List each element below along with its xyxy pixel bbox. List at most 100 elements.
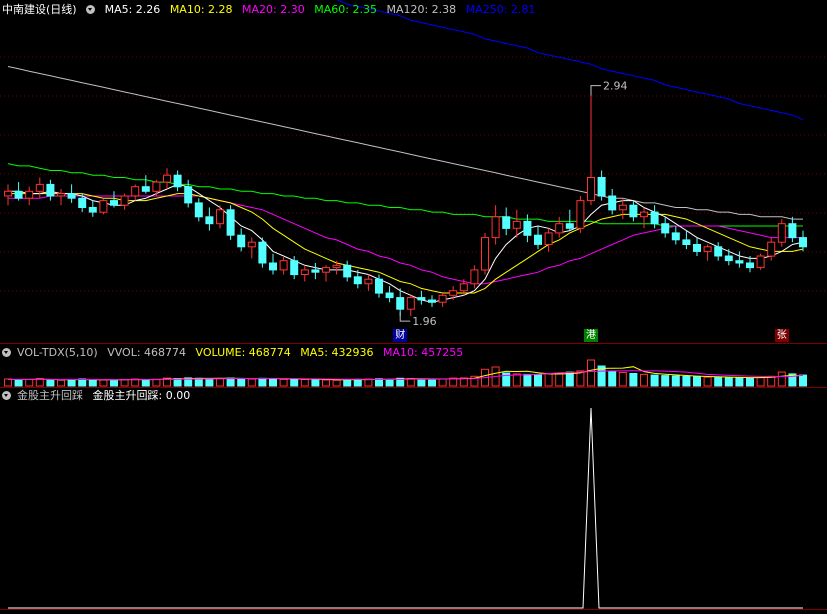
- volume-bar: [4, 378, 12, 387]
- candle-body: [523, 220, 532, 236]
- volume-bar: [247, 378, 256, 387]
- event-marker-hk[interactable]: 港: [584, 329, 598, 342]
- candle-body: [693, 244, 701, 252]
- volume-bar: [279, 378, 288, 387]
- volume-bar: [714, 376, 723, 387]
- candlesticks: [4, 89, 807, 317]
- volume-bar: [512, 373, 521, 387]
- candle-body: [597, 177, 606, 197]
- ma60-label: MA60: 2.35: [314, 3, 377, 16]
- candle-body: [290, 260, 299, 276]
- candle-body: [353, 276, 362, 285]
- indicator-line: [8, 407, 803, 609]
- chart-canvas[interactable]: 2.94 1.96: [0, 0, 827, 614]
- candle-body: [714, 246, 723, 257]
- volume-bar: [237, 378, 246, 387]
- volume-bar: [14, 379, 23, 387]
- event-marker-limit-up[interactable]: 张: [774, 329, 789, 342]
- candle-body: [385, 292, 394, 299]
- volume-bar: [311, 379, 320, 387]
- candle-body: [300, 269, 309, 275]
- volume-bar: [650, 374, 659, 387]
- candle-body: [576, 200, 585, 229]
- high-pointer: [590, 85, 601, 96]
- volume-bar: [724, 377, 733, 387]
- volume-bar: [629, 373, 638, 387]
- candle-body: [502, 216, 511, 229]
- volume-bar: [300, 379, 309, 387]
- candle-body: [481, 237, 489, 271]
- volume-toggle-icon[interactable]: [2, 348, 11, 357]
- volume-bar: [216, 378, 224, 387]
- ma120-label: MA120: 2.38: [386, 3, 457, 16]
- chart-title: 中南建设(日线): [2, 3, 77, 16]
- volume-bar: [290, 378, 299, 387]
- volume-bar: [141, 379, 150, 387]
- ma20-label: MA20: 2.30: [242, 3, 305, 16]
- ma60-line: [7, 163, 803, 227]
- candle-body: [279, 260, 288, 271]
- candle-body: [269, 262, 277, 271]
- candle-body: [35, 183, 44, 192]
- candle-body: [406, 297, 415, 310]
- candle-body: [671, 232, 680, 241]
- indicator-toggle-icon[interactable]: [2, 391, 11, 400]
- candle-body: [57, 193, 65, 197]
- candle-body: [459, 283, 468, 292]
- volume-bar: [258, 377, 267, 387]
- candle-body: [777, 223, 786, 243]
- moving-average-lines: [7, 0, 804, 303]
- candle-body: [194, 202, 203, 218]
- candle-body: [141, 186, 150, 192]
- volume-bar: [385, 379, 394, 387]
- candle-body: [152, 181, 161, 192]
- candle-body: [14, 190, 23, 199]
- candle-body: [756, 255, 765, 269]
- candle-body: [216, 209, 224, 225]
- candle-body: [735, 260, 744, 264]
- volume-bar: [78, 378, 87, 387]
- candle-body: [343, 264, 352, 278]
- volume-bar: [544, 373, 553, 387]
- volume-bar: [661, 375, 670, 387]
- volume-bar: [152, 378, 161, 387]
- candle-body: [449, 290, 458, 296]
- candle-body: [555, 223, 564, 234]
- candle-body: [88, 207, 97, 213]
- event-marker-finance[interactable]: 财: [393, 329, 408, 342]
- candle-body: [4, 190, 12, 197]
- candle-body: [682, 239, 691, 245]
- candle-body: [534, 234, 542, 245]
- ma5-label: MA5: 2.26: [104, 3, 161, 16]
- volume-bar: [99, 379, 108, 387]
- volume-bar: [343, 379, 352, 387]
- legend-toggle-icon[interactable]: [86, 5, 96, 14]
- volume-label: VOLUME: 468774: [195, 346, 291, 359]
- volume-bar: [226, 377, 235, 387]
- candle-body: [661, 223, 670, 234]
- volume-bar: [799, 374, 807, 387]
- low-price-label: 1.96: [412, 315, 437, 328]
- volume-bar: [25, 379, 34, 387]
- candle-body: [587, 177, 595, 202]
- indicator-title: 金股主升回踩: [17, 389, 83, 402]
- candle-body: [131, 186, 140, 197]
- volume-bar: [428, 379, 436, 387]
- volume-bar: [322, 379, 330, 387]
- volume-legend: VOL-TDX(5,10) VVOL: 468774 VOLUME: 46877…: [2, 345, 469, 361]
- candle-body: [396, 297, 405, 310]
- candle-body: [120, 195, 129, 206]
- volume-bar: [735, 377, 744, 387]
- candle-body: [608, 195, 617, 211]
- indicator-legend: 金股主升回踩 金股主升回踩: 0.00: [2, 388, 196, 404]
- candle-body: [544, 232, 553, 245]
- volume-bar: [756, 377, 765, 387]
- volume-title: VOL-TDX(5,10): [17, 346, 98, 359]
- high-price-label: 2.94: [603, 80, 628, 93]
- candle-body: [788, 223, 797, 239]
- volume-bar: [110, 379, 118, 387]
- ma250-label: MA250: 2.81: [465, 3, 536, 16]
- candle-body: [110, 200, 118, 206]
- candle-body: [650, 211, 659, 225]
- volume-bar: [587, 359, 595, 387]
